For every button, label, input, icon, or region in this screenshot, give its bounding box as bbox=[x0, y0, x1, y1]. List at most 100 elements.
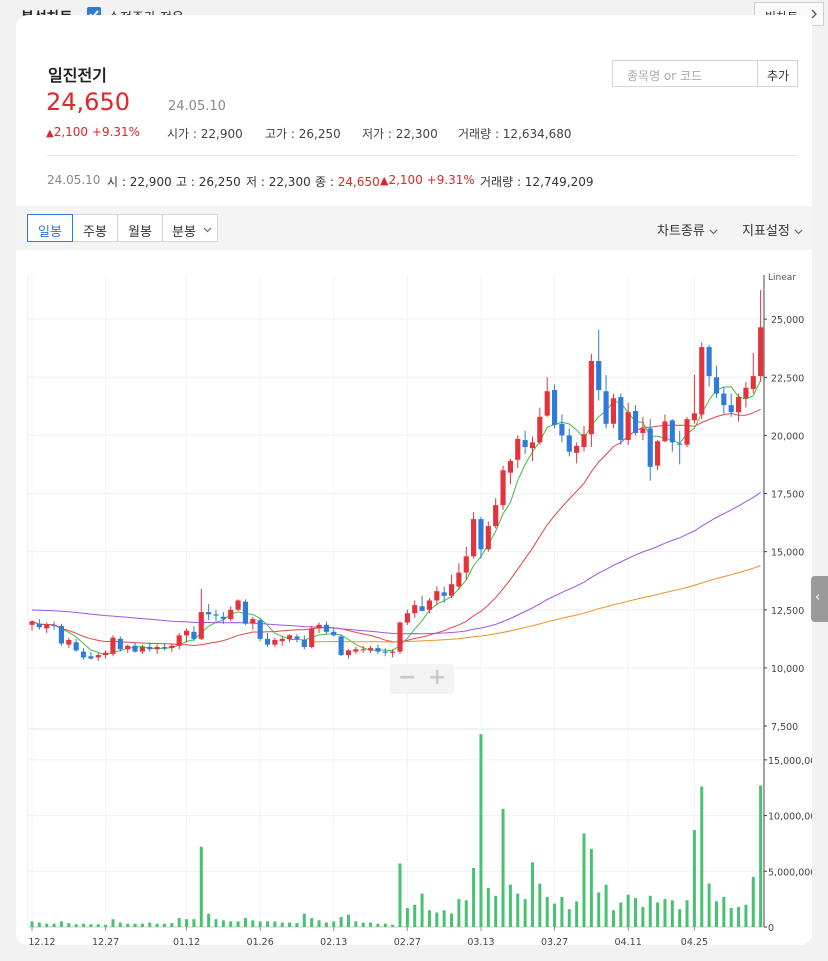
summary-volume-label: 거래량 bbox=[480, 175, 514, 189]
volume-bar bbox=[236, 921, 240, 927]
y-tick-label: 25,000 bbox=[771, 315, 804, 326]
candle-body bbox=[603, 391, 609, 424]
volume-bar bbox=[273, 921, 277, 927]
candle-body bbox=[684, 419, 690, 445]
zoom-out-button[interactable]: − bbox=[398, 665, 416, 690]
side-panel-toggle[interactable]: ‹ bbox=[811, 576, 828, 622]
candle-body bbox=[581, 434, 587, 448]
indicator-settings-dropdown[interactable]: 지표설정 bbox=[742, 220, 803, 239]
candle-body bbox=[544, 391, 550, 416]
candle-body bbox=[529, 442, 536, 449]
up-triangle-icon: ▲ bbox=[46, 128, 54, 139]
summary-date: 24.05.10 bbox=[47, 173, 101, 187]
candle-body bbox=[551, 390, 558, 425]
candle-body bbox=[559, 423, 565, 436]
price-chart[interactable]: Linear 25,000 22,500 20,000 17,500 15,000 12,5… bbox=[16, 258, 812, 945]
candle-body bbox=[309, 628, 315, 647]
volume-bar bbox=[37, 922, 41, 927]
x-tick-label: 12.27 bbox=[92, 937, 119, 945]
candle-body bbox=[735, 397, 742, 413]
volume-bar bbox=[324, 922, 328, 927]
candle-body bbox=[566, 435, 572, 452]
chevron-right-icon bbox=[811, 9, 817, 19]
open-value: 22,900 bbox=[200, 127, 243, 141]
volume-tick-label: 0 bbox=[768, 923, 774, 934]
stock-name: 일진전기 bbox=[48, 66, 107, 85]
summary-high-value: 26,250 bbox=[198, 175, 241, 189]
candle-body bbox=[220, 616, 226, 620]
candle-body bbox=[66, 639, 72, 645]
current-price: 24,650 bbox=[46, 88, 130, 116]
volume-bar bbox=[759, 785, 763, 927]
volume-bar bbox=[170, 923, 174, 927]
tab-daily[interactable]: 일봉 bbox=[27, 214, 73, 242]
tab-weekly[interactable]: 주봉 bbox=[72, 214, 118, 242]
candle-body bbox=[478, 519, 484, 550]
x-tick-label: 02.27 bbox=[394, 937, 421, 945]
volume-bar bbox=[656, 902, 660, 927]
volume-bar bbox=[729, 908, 733, 927]
tab-minute-label: 분봉 bbox=[172, 225, 196, 240]
ma5-line bbox=[31, 379, 762, 656]
volume-bar bbox=[634, 898, 638, 927]
candle-body bbox=[691, 413, 697, 421]
candle-body bbox=[419, 606, 425, 611]
candle-body bbox=[404, 613, 410, 623]
candle-body bbox=[176, 635, 182, 646]
low-value: 22,300 bbox=[395, 127, 438, 141]
candle-body bbox=[618, 397, 624, 441]
candle-body bbox=[169, 645, 175, 649]
volume-bar bbox=[30, 921, 34, 927]
volume-bar bbox=[185, 919, 189, 927]
chevron-down-icon bbox=[794, 229, 803, 235]
candle-body bbox=[426, 600, 433, 610]
candle-body bbox=[647, 428, 653, 467]
volume-bar bbox=[545, 896, 549, 927]
candle-body bbox=[29, 621, 35, 625]
open-price: 시가 : 22,900 bbox=[167, 127, 243, 141]
candle-body bbox=[493, 505, 499, 527]
summary-open-label: 시 bbox=[107, 175, 119, 189]
volume-bar bbox=[700, 786, 704, 927]
add-button[interactable]: 추가 bbox=[757, 60, 798, 87]
volume-label: 거래량 bbox=[458, 127, 492, 141]
tab-minute[interactable]: 분봉 bbox=[162, 214, 218, 242]
candle-body bbox=[139, 646, 145, 652]
zoom-in-button[interactable]: + bbox=[428, 665, 446, 690]
candle-body bbox=[353, 649, 359, 652]
price-change: ▲2,100 +9.31% bbox=[46, 125, 140, 139]
candle-body bbox=[662, 421, 668, 442]
volume-bar bbox=[229, 921, 233, 927]
candle-body bbox=[242, 601, 249, 624]
candle-body bbox=[228, 609, 234, 620]
candle-body bbox=[375, 648, 381, 652]
volume-bar bbox=[464, 900, 468, 927]
chevron-left-icon: ‹ bbox=[815, 590, 821, 605]
candle-body bbox=[88, 656, 94, 659]
volume-bar bbox=[288, 922, 292, 927]
candle-body bbox=[463, 556, 469, 573]
candle-body bbox=[250, 619, 256, 624]
candle-body bbox=[235, 600, 241, 610]
volume-bar bbox=[420, 893, 424, 927]
volume-bar bbox=[258, 921, 262, 927]
volume-tick-label: 10,000,000 bbox=[768, 812, 812, 823]
volume-bar bbox=[619, 902, 623, 927]
volume-bar bbox=[486, 888, 490, 927]
volume-bar bbox=[177, 918, 181, 927]
volume-bar bbox=[199, 846, 203, 927]
change-percent: +9.31% bbox=[91, 125, 141, 139]
high-price: 고가 : 26,250 bbox=[265, 127, 341, 141]
volume-bar bbox=[516, 893, 520, 927]
candle-body bbox=[500, 470, 506, 506]
candle-body bbox=[161, 646, 168, 649]
volume-bar bbox=[494, 895, 498, 927]
volume-bar bbox=[413, 904, 417, 927]
stock-search-input[interactable]: 종목명 or 코드 bbox=[612, 60, 758, 87]
candle-body bbox=[758, 327, 764, 377]
candle-body bbox=[110, 637, 116, 654]
candle-body bbox=[58, 626, 65, 644]
chart-type-dropdown[interactable]: 차트종류 bbox=[657, 220, 718, 239]
tab-monthly[interactable]: 월봉 bbox=[117, 214, 163, 242]
candle-body bbox=[279, 638, 285, 642]
